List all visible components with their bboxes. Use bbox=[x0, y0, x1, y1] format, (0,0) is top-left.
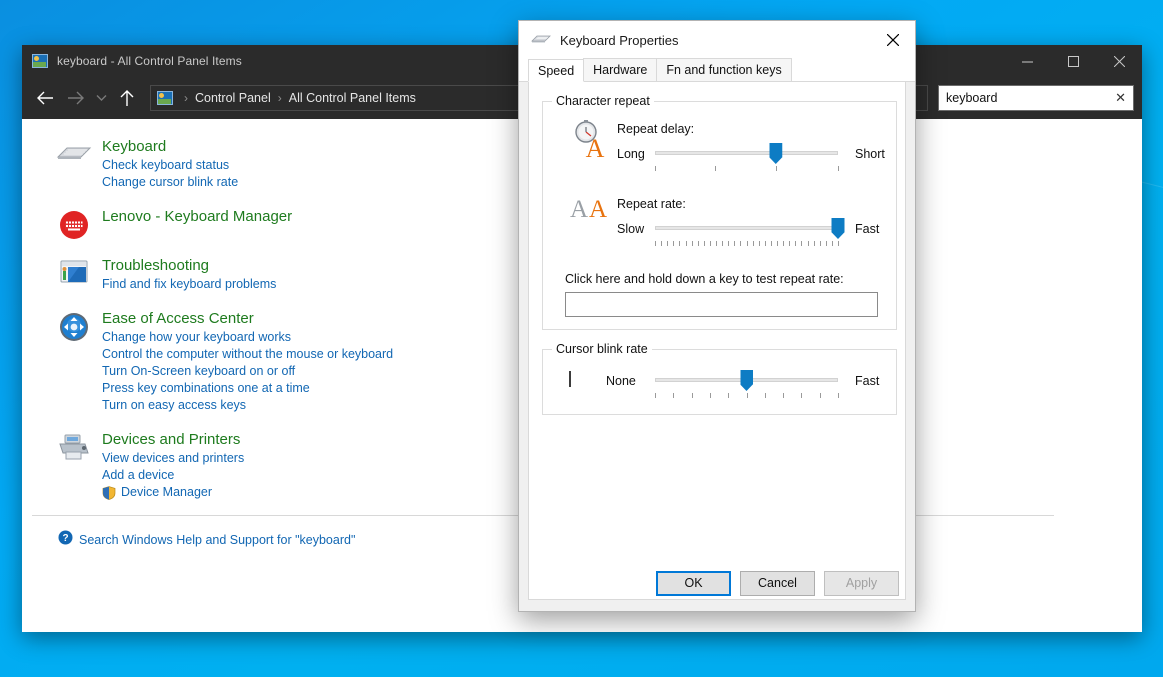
cursor-blink-rate-groupbox: Cursor blink rate None Fast bbox=[542, 349, 897, 415]
tab-page-speed: Character repeat A Repeat delay: Long Sh… bbox=[528, 82, 906, 600]
slider-ticks bbox=[655, 166, 838, 172]
result-link-label: Device Manager bbox=[121, 484, 212, 501]
breadcrumb-separator: › bbox=[271, 91, 289, 105]
search-input[interactable]: keyboard ✕ bbox=[938, 85, 1134, 111]
tab-speed[interactable]: Speed bbox=[528, 59, 584, 82]
svg-text:A: A bbox=[589, 196, 607, 222]
test-field-label: Click here and hold down a key to test r… bbox=[565, 272, 844, 286]
dialog-title: Keyboard Properties bbox=[560, 33, 679, 48]
tab-hardware[interactable]: Hardware bbox=[583, 58, 657, 81]
dialog-close-button[interactable] bbox=[870, 21, 915, 59]
breadcrumb-separator: › bbox=[177, 91, 195, 105]
breadcrumb-item-all-control-panel-items[interactable]: All Control Panel Items bbox=[289, 91, 416, 105]
control-panel-icon bbox=[32, 54, 48, 68]
repeat-rate-test-input[interactable] bbox=[565, 292, 878, 317]
result-link[interactable]: Turn on easy access keys bbox=[102, 397, 393, 414]
minimize-button[interactable] bbox=[1004, 45, 1050, 77]
dialog-tab-strip: Speed Hardware Fn and function keys bbox=[519, 59, 915, 82]
window-controls bbox=[1004, 45, 1142, 77]
result-link[interactable]: Control the computer without the mouse o… bbox=[102, 346, 393, 363]
slider-ticks bbox=[655, 241, 838, 247]
result-link[interactable]: View devices and printers bbox=[102, 450, 244, 467]
ease-of-access-icon bbox=[52, 309, 96, 414]
result-group-text: Ease of Access Center Change how your ke… bbox=[96, 309, 393, 414]
result-group-text: Troubleshooting Find and fix keyboard pr… bbox=[96, 256, 276, 293]
apply-button: Apply bbox=[824, 571, 899, 596]
character-repeat-legend: Character repeat bbox=[552, 94, 654, 108]
help-search-label: Search Windows Help and Support for "key… bbox=[73, 533, 355, 547]
result-heading[interactable]: Devices and Printers bbox=[102, 430, 244, 449]
slider-track bbox=[655, 151, 838, 155]
search-input-value: keyboard bbox=[946, 91, 1109, 105]
forward-arrow-icon[interactable] bbox=[60, 83, 90, 113]
keyboard-icon bbox=[531, 31, 551, 50]
devices-and-printers-icon bbox=[52, 430, 96, 501]
result-link[interactable]: Press key combinations one at a time bbox=[102, 380, 393, 397]
slider-thumb[interactable] bbox=[832, 218, 845, 239]
repeat-rate-slider[interactable] bbox=[655, 217, 838, 249]
cancel-button[interactable]: Cancel bbox=[740, 571, 815, 596]
chevron-down-icon[interactable] bbox=[90, 83, 112, 113]
repeat-rate-min-label: Slow bbox=[617, 222, 644, 236]
repeat-rate-max-label: Fast bbox=[855, 222, 879, 236]
repeat-delay-label: Repeat delay: bbox=[617, 122, 694, 136]
result-link[interactable]: Turn On-Screen keyboard on or off bbox=[102, 363, 393, 380]
cursor-blink-rate-slider[interactable] bbox=[655, 369, 838, 401]
back-arrow-icon[interactable] bbox=[30, 83, 60, 113]
up-arrow-icon[interactable] bbox=[112, 83, 142, 113]
result-heading[interactable]: Lenovo - Keyboard Manager bbox=[102, 207, 292, 226]
uac-shield-icon bbox=[102, 486, 116, 500]
double-letter-a-icon: A A bbox=[568, 192, 610, 227]
repeat-delay-max-label: Short bbox=[855, 147, 885, 161]
svg-text:?: ? bbox=[62, 533, 68, 544]
close-button[interactable] bbox=[1096, 45, 1142, 77]
breadcrumb-item-control-panel[interactable]: Control Panel bbox=[195, 91, 271, 105]
lenovo-keyboard-manager-icon bbox=[52, 207, 96, 240]
control-panel-icon bbox=[157, 91, 173, 105]
result-heading[interactable]: Troubleshooting bbox=[102, 256, 276, 275]
maximize-button[interactable] bbox=[1050, 45, 1096, 77]
cursor-blink-min-label: None bbox=[606, 374, 636, 388]
dialog-titlebar[interactable]: Keyboard Properties bbox=[519, 21, 915, 59]
result-link[interactable]: Add a device bbox=[102, 467, 244, 484]
cursor-blink-max-label: Fast bbox=[855, 374, 879, 388]
result-group-text: Keyboard Check keyboard status Change cu… bbox=[96, 137, 238, 191]
result-link-device-manager[interactable]: Device Manager bbox=[102, 484, 244, 501]
slider-thumb[interactable] bbox=[769, 143, 782, 164]
result-group-text: Devices and Printers View devices and pr… bbox=[96, 430, 244, 501]
help-question-icon: ? bbox=[58, 530, 73, 550]
cursor-blink-rate-legend: Cursor blink rate bbox=[552, 342, 652, 356]
ok-button[interactable]: OK bbox=[656, 571, 731, 596]
result-heading[interactable]: Keyboard bbox=[102, 137, 238, 156]
window-title: keyboard - All Control Panel Items bbox=[57, 54, 242, 68]
result-link[interactable]: Change how your keyboard works bbox=[102, 329, 393, 346]
slider-thumb[interactable] bbox=[740, 370, 753, 391]
keyboard-properties-dialog: Keyboard Properties Speed Hardware Fn an… bbox=[518, 20, 916, 612]
tab-fn-and-function-keys[interactable]: Fn and function keys bbox=[656, 58, 791, 81]
keyboard-icon bbox=[52, 137, 96, 191]
repeat-rate-label: Repeat rate: bbox=[617, 197, 686, 211]
character-repeat-groupbox: Character repeat A Repeat delay: Long Sh… bbox=[542, 101, 897, 330]
svg-text:A: A bbox=[586, 134, 605, 160]
result-heading[interactable]: Ease of Access Center bbox=[102, 309, 393, 328]
repeat-delay-slider[interactable] bbox=[655, 142, 838, 174]
slider-track bbox=[655, 226, 838, 230]
troubleshooting-icon bbox=[52, 256, 96, 293]
result-link[interactable]: Find and fix keyboard problems bbox=[102, 276, 276, 293]
result-link[interactable]: Change cursor blink rate bbox=[102, 174, 238, 191]
stopwatch-letter-a-icon: A bbox=[571, 120, 609, 165]
result-group-text: Lenovo - Keyboard Manager bbox=[96, 207, 292, 240]
slider-ticks bbox=[655, 393, 838, 399]
text-caret-icon bbox=[569, 371, 571, 387]
result-link[interactable]: Check keyboard status bbox=[102, 157, 238, 174]
dialog-button-row: OK Cancel Apply bbox=[519, 555, 915, 611]
search-clear-icon[interactable]: ✕ bbox=[1109, 90, 1126, 106]
repeat-delay-min-label: Long bbox=[617, 147, 645, 161]
svg-text:A: A bbox=[570, 196, 588, 222]
